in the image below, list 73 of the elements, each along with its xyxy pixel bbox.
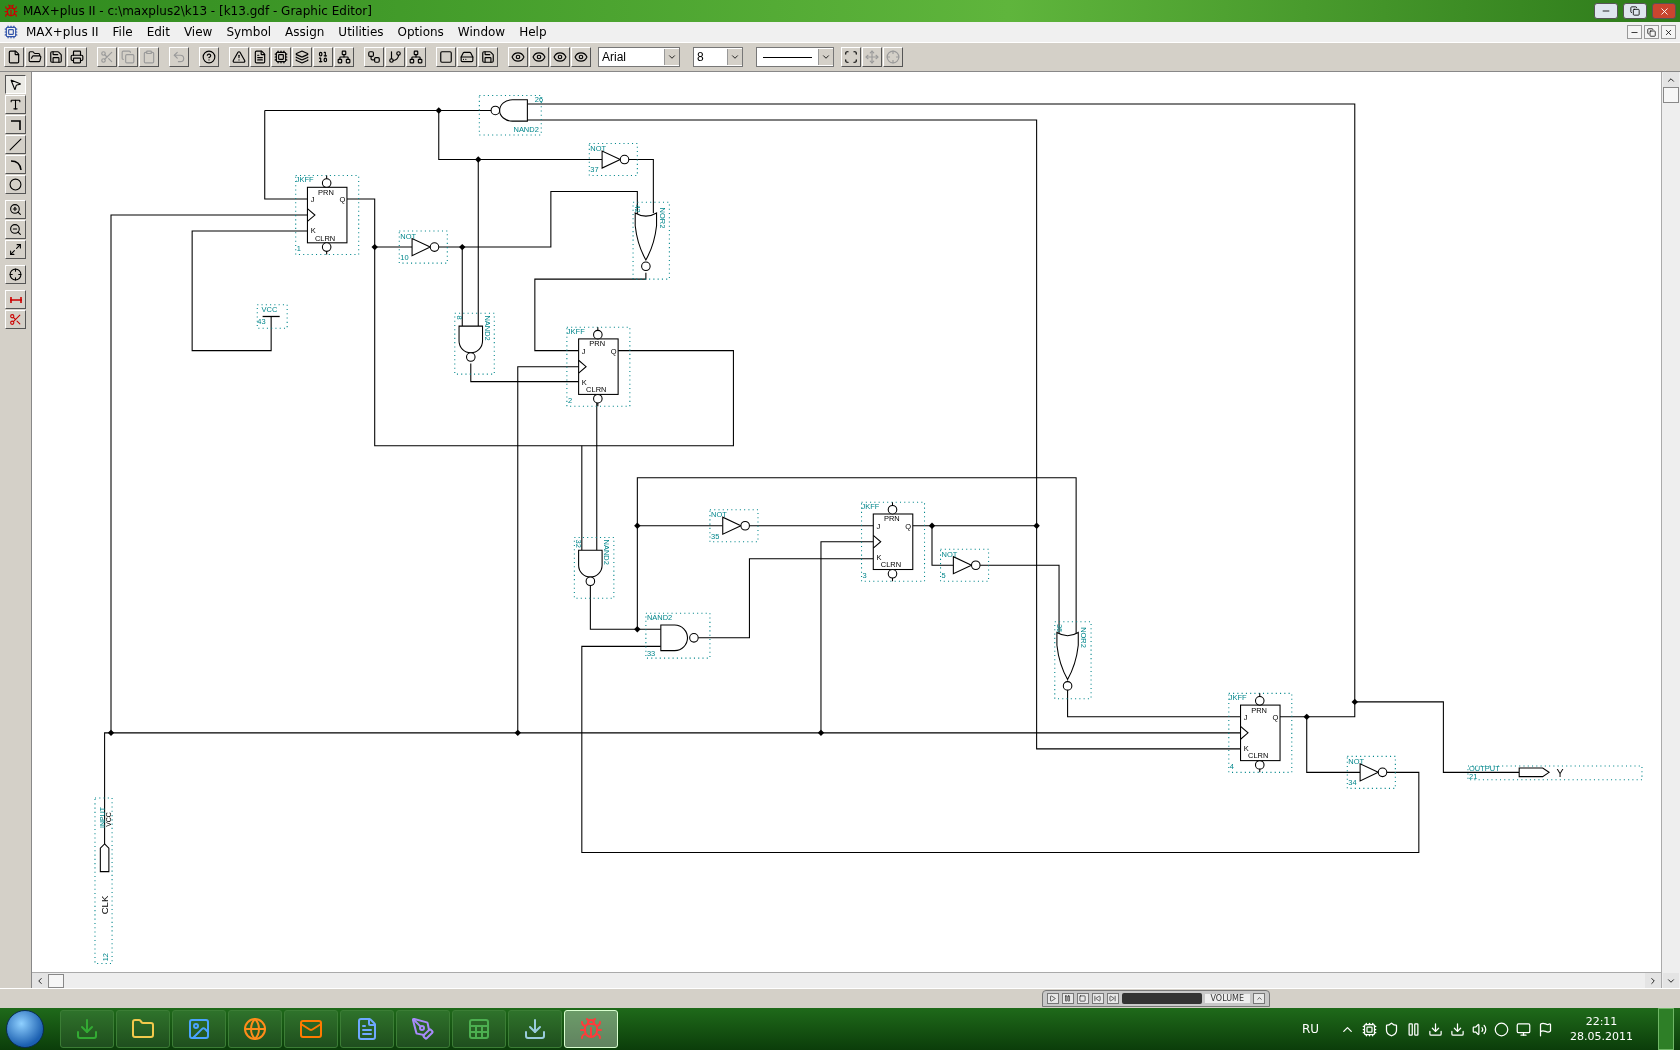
instance-number: 26 — [534, 94, 544, 104]
component-label: NOT — [1348, 756, 1365, 766]
component-label: NOT — [711, 510, 727, 520]
clock[interactable]: 22:11 28.05.2011 — [1570, 1014, 1633, 1044]
instance-number: 21 — [1469, 771, 1478, 781]
instance-number: 32 — [574, 539, 584, 548]
component-label: NAND2 — [646, 612, 673, 622]
pin-label: Q — [905, 521, 912, 531]
pin-label: CLRN — [880, 560, 902, 570]
pin-label: K — [581, 377, 587, 387]
component-label: NOT — [400, 231, 417, 241]
volume-label: VOLUME — [1204, 994, 1250, 1003]
menu-item[interactable]: Assign — [279, 24, 331, 40]
instance-number: 8 — [454, 315, 464, 320]
component-label: NAND2 — [602, 539, 612, 565]
component-label: JKFF — [295, 174, 314, 184]
menu-item[interactable]: MAX+plus II — [20, 24, 105, 40]
component-label: NAND2 — [482, 315, 492, 341]
pin-label: PRN — [318, 187, 334, 197]
pin-label: K — [1243, 744, 1249, 753]
instance-number: 34 — [1348, 778, 1357, 788]
pin-label: K — [310, 226, 316, 236]
instance-number: 1 — [296, 244, 301, 254]
menu-item[interactable]: Help — [513, 24, 553, 40]
pin-label: K — [876, 552, 882, 562]
menu-item[interactable]: File — [106, 24, 139, 40]
pin-label: Q — [610, 346, 617, 356]
pin-label: CLRN — [314, 233, 336, 243]
pin-name: CLK — [98, 895, 110, 915]
instance-number: 12 — [100, 953, 110, 962]
component-label: OUTPUT — [1469, 764, 1500, 774]
component-label: NOT — [590, 144, 607, 153]
window-title: MAX+plus II - c:\maxplus2\k13 - [k13.gdf - Graphic Editor] — [23, 4, 372, 18]
language-indicator[interactable]: RU — [1301, 1022, 1319, 1036]
instance-number: 4 — [1229, 762, 1234, 772]
component-label: JKFF — [1228, 692, 1247, 702]
instance-number: 10 — [400, 252, 409, 262]
instance-number: 42 — [633, 204, 643, 213]
component-label: NOR2 — [1079, 627, 1089, 648]
font-dropdown[interactable]: Arial — [598, 47, 680, 67]
component-label: JKFF — [566, 326, 585, 336]
instance-number: 2 — [567, 395, 573, 405]
menu-item[interactable]: View — [177, 24, 219, 40]
pin-label: PRN — [883, 514, 900, 524]
menu-item[interactable]: Edit — [140, 24, 176, 40]
menu-item[interactable]: Symbol — [220, 24, 278, 40]
instance-number: 35 — [711, 531, 720, 541]
component-label: NAND2 — [513, 124, 539, 134]
instance-number: 43 — [257, 316, 266, 326]
pin-label: J — [876, 521, 881, 531]
pin-label: PRN — [589, 339, 606, 349]
instance-number: 36 — [1054, 623, 1064, 633]
menu-item[interactable]: Window — [451, 24, 512, 40]
instance-number: 37 — [590, 165, 599, 175]
component-label: JKFF — [861, 501, 880, 511]
pin-label: J — [1243, 713, 1248, 723]
menu-item[interactable]: Options — [391, 24, 450, 40]
pin-name: Y — [1556, 766, 1564, 779]
instance-number: 5 — [941, 571, 946, 581]
pin-label: CLRN — [1248, 751, 1269, 761]
pin-label: CLRN — [586, 385, 607, 395]
pin-label: Q — [1272, 713, 1279, 723]
component-label: VCC — [261, 305, 278, 315]
font-size-dropdown[interactable]: 8 — [693, 47, 743, 67]
instance-number: 3 — [862, 571, 867, 581]
pin-label: Q — [339, 195, 346, 205]
pin-label: PRN — [1251, 705, 1267, 715]
pin-label: J — [581, 346, 586, 356]
component-label: NOT — [941, 549, 958, 559]
menu-item[interactable]: Utilities — [332, 24, 390, 40]
component-label: NOR2 — [657, 207, 667, 229]
instance-number: 33 — [646, 649, 656, 658]
pin-label: J — [310, 195, 315, 205]
